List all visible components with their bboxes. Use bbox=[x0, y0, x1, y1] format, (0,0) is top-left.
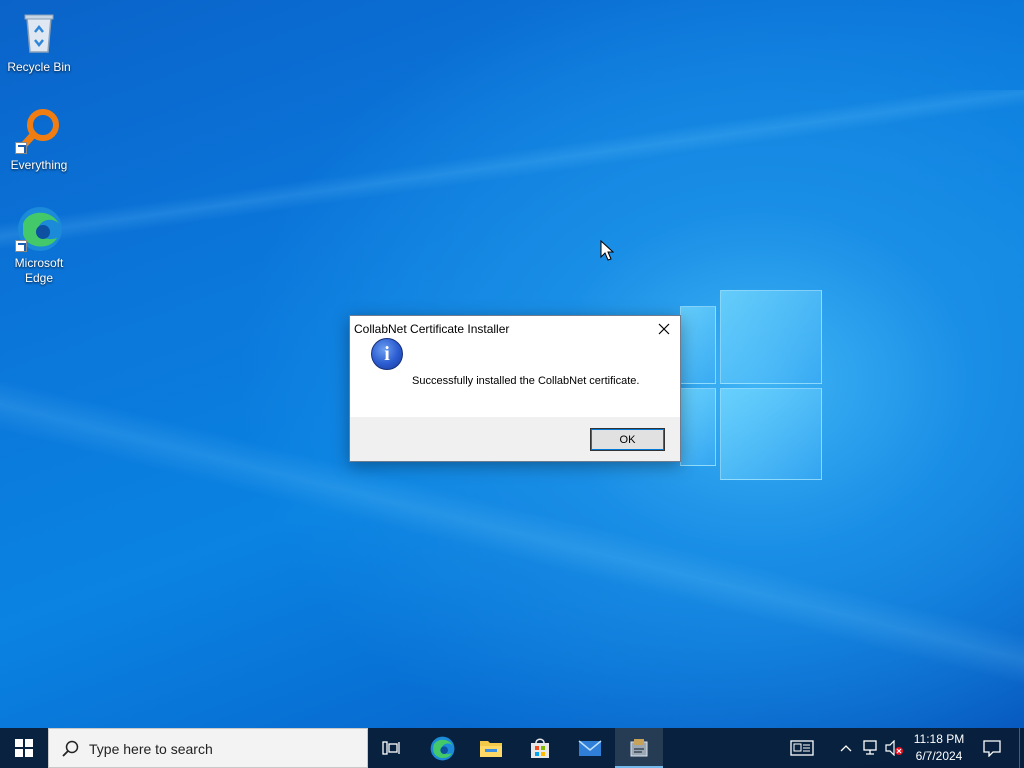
windows-start-icon bbox=[15, 739, 33, 757]
search-icon bbox=[62, 740, 79, 757]
clock-time: 11:18 PM bbox=[913, 732, 965, 746]
desktop-icon-recycle-bin[interactable]: Recycle Bin bbox=[1, 8, 77, 75]
news-icon bbox=[790, 740, 814, 756]
info-icon: i bbox=[371, 338, 403, 370]
news-widget-button[interactable] bbox=[783, 728, 821, 768]
show-hidden-icons-button[interactable] bbox=[836, 728, 856, 768]
taskbar-installer-button[interactable] bbox=[615, 728, 663, 768]
start-button[interactable] bbox=[0, 728, 48, 768]
recycle-bin-icon bbox=[15, 8, 63, 56]
ok-button[interactable]: OK bbox=[590, 428, 665, 451]
desktop-icon-label: Recycle Bin bbox=[7, 60, 71, 74]
chevron-up-icon bbox=[840, 745, 852, 752]
taskbar-store-button[interactable] bbox=[516, 728, 564, 768]
everything-search-icon bbox=[15, 106, 63, 154]
store-icon bbox=[531, 738, 549, 758]
notification-icon bbox=[983, 740, 1001, 757]
mail-icon bbox=[578, 740, 602, 756]
taskbar-search-box[interactable]: Type here to search bbox=[48, 728, 368, 768]
taskbar-file-explorer-button[interactable] bbox=[467, 728, 515, 768]
edge-icon bbox=[15, 204, 63, 252]
desktop-icon-microsoft-edge[interactable]: Microsoft Edge bbox=[1, 204, 77, 286]
dialog-title: CollabNet Certificate Installer bbox=[354, 322, 510, 336]
edge-icon bbox=[430, 736, 455, 761]
desktop-icon-label: Everything bbox=[10, 158, 68, 172]
search-placeholder: Type here to search bbox=[89, 741, 213, 757]
file-explorer-icon bbox=[480, 741, 502, 757]
mouse-cursor-icon bbox=[600, 239, 615, 267]
dialog-message: Successfully installed the CollabNet cer… bbox=[412, 375, 640, 387]
windows-logo-wallpaper bbox=[680, 290, 822, 480]
close-icon bbox=[658, 323, 670, 335]
task-view-icon bbox=[382, 741, 400, 755]
show-desktop-button[interactable] bbox=[1019, 728, 1024, 768]
taskbar-clock[interactable]: 11:18 PM 6/7/2024 bbox=[904, 731, 974, 765]
desktop-icon-label: Microsoft Edge bbox=[14, 256, 64, 285]
shortcut-arrow-icon bbox=[15, 142, 27, 154]
volume-button[interactable] bbox=[882, 728, 906, 768]
dialog-button-bar: OK bbox=[350, 417, 680, 461]
desktop-icon-everything[interactable]: Everything bbox=[1, 106, 77, 173]
taskbar-mail-button[interactable] bbox=[566, 728, 614, 768]
notification-center-button[interactable] bbox=[978, 728, 1006, 768]
dialog-close-button[interactable] bbox=[648, 316, 680, 342]
clock-date: 6/7/2024 bbox=[915, 749, 963, 763]
network-button[interactable] bbox=[858, 728, 882, 768]
message-dialog: CollabNet Certificate Installer i Succes… bbox=[349, 315, 681, 462]
installer-icon bbox=[630, 739, 648, 757]
taskbar-edge-button[interactable] bbox=[418, 728, 466, 768]
shortcut-arrow-icon bbox=[15, 240, 27, 252]
volume-muted-icon bbox=[885, 740, 903, 756]
task-view-button[interactable] bbox=[368, 728, 416, 768]
taskbar: Type here to search 11:18 PM 6/7/2024 bbox=[0, 728, 1024, 768]
network-icon bbox=[863, 740, 877, 755]
